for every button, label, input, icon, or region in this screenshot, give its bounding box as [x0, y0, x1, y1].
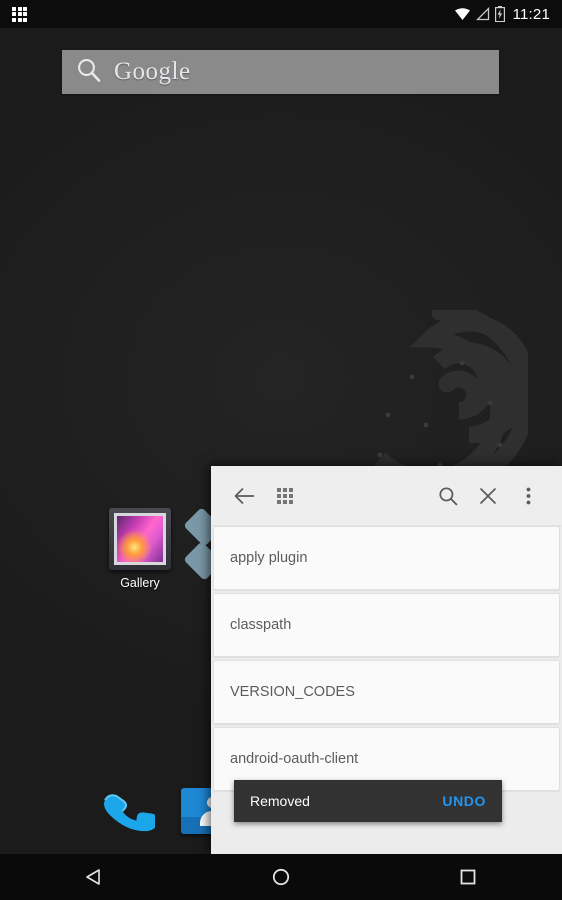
status-bar-clock: 11:21 — [512, 5, 550, 23]
list-item[interactable]: apply plugin — [213, 526, 560, 590]
list-item[interactable]: classpath — [213, 593, 560, 657]
apps-grid-icon[interactable] — [12, 6, 27, 22]
close-icon[interactable] — [468, 473, 508, 519]
search-icon — [76, 57, 102, 88]
status-bar: 11:21 — [0, 0, 562, 28]
overlay-app-window: apply plugin classpath VERSION_CODES and… — [211, 466, 562, 855]
home-circle-icon[interactable] — [246, 854, 316, 900]
back-arrow-icon[interactable] — [225, 473, 265, 519]
back-triangle-icon[interactable] — [59, 854, 129, 900]
list-item-label: classpath — [230, 617, 292, 633]
snackbar-undo-button[interactable]: UNDO — [442, 793, 486, 809]
wifi-icon — [454, 7, 471, 21]
list-item-label: android-oauth-client — [230, 751, 359, 767]
cell-signal-icon — [475, 7, 490, 21]
home-icon-label: Gallery — [120, 576, 160, 590]
more-vertical-icon[interactable] — [508, 473, 548, 519]
list-item[interactable]: VERSION_CODES — [213, 660, 560, 724]
phone-icon — [104, 794, 158, 832]
app-toolbar — [211, 466, 562, 526]
snackbar-message: Removed — [250, 793, 310, 809]
navigation-bar — [0, 854, 562, 900]
search-icon[interactable] — [428, 473, 468, 519]
android-home-screen: 11:21 Google Gallery apply plugin classp… — [0, 0, 562, 900]
gallery-icon — [109, 508, 171, 570]
recents-square-icon[interactable] — [433, 854, 503, 900]
list-item-label: VERSION_CODES — [230, 684, 355, 700]
dock-item-phone[interactable] — [95, 782, 158, 842]
snackbar: Removed UNDO — [234, 780, 502, 822]
list-item-label: apply plugin — [230, 550, 308, 566]
home-icon-gallery[interactable]: Gallery — [102, 508, 178, 590]
apps-grid-icon[interactable] — [265, 473, 305, 519]
battery-charging-icon — [494, 6, 505, 22]
google-search-bar[interactable]: Google — [62, 50, 499, 94]
google-search-label: Google — [114, 58, 191, 85]
result-list: apply plugin classpath VERSION_CODES and… — [211, 526, 562, 791]
